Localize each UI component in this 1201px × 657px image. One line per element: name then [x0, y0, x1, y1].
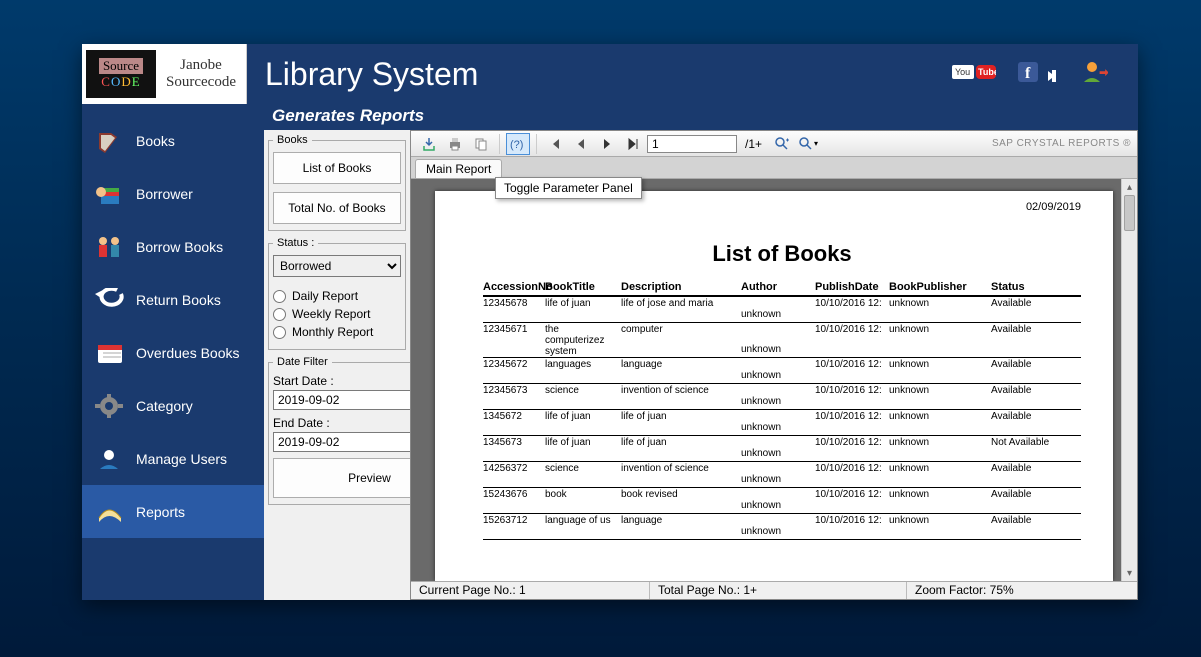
- subheading: Generates Reports: [264, 104, 1138, 130]
- list-of-books-button[interactable]: List of Books: [273, 152, 401, 184]
- export-icon[interactable]: [417, 133, 441, 155]
- scroll-thumb[interactable]: [1124, 195, 1135, 231]
- sidebar-item-overdues[interactable]: Overdues Books: [82, 326, 264, 379]
- books-legend: Books: [273, 134, 312, 146]
- sidebar-item-manage-users[interactable]: Manage Users: [82, 432, 264, 485]
- logo-name: Janobe Sourcecode: [156, 57, 246, 91]
- table-row: 1345672life of juanlife of juanunknown10…: [483, 410, 1081, 436]
- crystal-reports-brand: SAP CRYSTAL REPORTS ®: [992, 138, 1131, 149]
- svg-text:Tube: Tube: [978, 67, 996, 77]
- reports-icon: [94, 498, 126, 526]
- status-fieldset: Status : Borrowed Daily Report Weekly Re…: [268, 237, 406, 350]
- table-row: 12345678life of juanlife of jose and mar…: [483, 297, 1081, 323]
- sidebar-item-label: Books: [136, 133, 175, 149]
- main-panel: Generates Reports Books List of Books To…: [264, 104, 1138, 600]
- report-page: 02/09/2019 List of Books AccessionNoBook…: [435, 191, 1113, 581]
- daily-report-radio[interactable]: Daily Report: [273, 289, 401, 303]
- logo-image: Source CODE: [86, 50, 156, 98]
- report-grid: AccessionNoBookTitleDescriptionAuthorPub…: [483, 281, 1081, 540]
- sidebar-item-label: Borrower: [136, 186, 193, 202]
- tab-strip: Main Report Toggle Parameter Panel: [411, 157, 1137, 179]
- logo-box: Source CODE Janobe Sourcecode: [82, 44, 247, 104]
- return-books-icon: [94, 286, 126, 314]
- table-row: 12345671the computerizez systemcomputeru…: [483, 323, 1081, 358]
- svg-text:(?): (?): [510, 139, 523, 151]
- scroll-down-icon[interactable]: ▾: [1122, 565, 1137, 581]
- report-viewer: (?) /1+ ▾ SAP CRYSTAL REPORTS ® Main R: [410, 130, 1138, 600]
- sidebar-item-borrower[interactable]: Borrower: [82, 167, 264, 220]
- sidebar: Books Borrower Borrow Books Return Books…: [82, 104, 264, 600]
- status-current-page: Current Page No.: 1: [411, 582, 650, 599]
- user-icon: [94, 445, 126, 473]
- table-row: 15243676bookbook revisedunknown10/10/201…: [483, 488, 1081, 514]
- sidebar-item-reports[interactable]: Reports: [82, 485, 264, 538]
- calendar-icon: [94, 339, 126, 367]
- logo-code-text: CODE: [101, 74, 140, 90]
- prev-page-icon[interactable]: [569, 133, 593, 155]
- sidebar-item-label: Reports: [136, 504, 185, 520]
- table-row: 14256372scienceinvention of scienceunkno…: [483, 462, 1081, 488]
- gear-icon: [94, 392, 126, 420]
- report-header-row: AccessionNoBookTitleDescriptionAuthorPub…: [483, 281, 1081, 297]
- status-zoom: Zoom Factor: 75%: [907, 582, 1137, 599]
- vertical-scrollbar[interactable]: ▴ ▾: [1121, 179, 1137, 581]
- books-fieldset: Books List of Books Total No. of Books: [268, 134, 406, 231]
- report-toolbar: (?) /1+ ▾ SAP CRYSTAL REPORTS ®: [411, 131, 1137, 157]
- header-bar: Source CODE Janobe Sourcecode Library Sy…: [82, 44, 1138, 104]
- borrow-books-icon: [94, 233, 126, 261]
- borrower-icon: [94, 180, 126, 208]
- books-icon: [94, 127, 126, 155]
- last-page-icon[interactable]: [621, 133, 645, 155]
- facebook-icon[interactable]: f: [1018, 62, 1058, 87]
- weekly-report-radio[interactable]: Weekly Report: [273, 307, 401, 321]
- next-page-icon[interactable]: [595, 133, 619, 155]
- svg-text:You: You: [955, 67, 970, 77]
- app-window: Source CODE Janobe Sourcecode Library Sy…: [82, 44, 1138, 600]
- report-date: 02/09/2019: [1026, 201, 1081, 213]
- statusbar: Current Page No.: 1 Total Page No.: 1+ Z…: [411, 581, 1137, 599]
- zoom-icon[interactable]: ▾: [796, 133, 820, 155]
- monthly-report-radio[interactable]: Monthly Report: [273, 325, 401, 339]
- page-total-label: /1+: [745, 137, 762, 151]
- sidebar-item-label: Manage Users: [136, 451, 227, 467]
- sidebar-item-label: Overdues Books: [136, 345, 240, 361]
- sidebar-item-return-books[interactable]: Return Books: [82, 273, 264, 326]
- sidebar-item-books[interactable]: Books: [82, 114, 264, 167]
- left-controls: Books List of Books Total No. of Books S…: [264, 130, 410, 600]
- print-icon[interactable]: [443, 133, 467, 155]
- sidebar-item-category[interactable]: Category: [82, 379, 264, 432]
- parameter-panel-toggle[interactable]: (?): [506, 133, 530, 155]
- tab-main-report[interactable]: Main Report: [415, 159, 502, 178]
- report-title: List of Books: [483, 241, 1081, 267]
- sidebar-item-label: Return Books: [136, 292, 221, 308]
- total-books-button[interactable]: Total No. of Books: [273, 192, 401, 224]
- sidebar-item-borrow-books[interactable]: Borrow Books: [82, 220, 264, 273]
- sidebar-item-label: Borrow Books: [136, 239, 223, 255]
- user-logout-icon[interactable]: [1080, 60, 1108, 89]
- status-total-pages: Total Page No.: 1+: [650, 582, 907, 599]
- page-number-input[interactable]: [647, 135, 737, 153]
- first-page-icon[interactable]: [543, 133, 567, 155]
- status-legend: Status :: [273, 237, 318, 249]
- logo-source-text: Source: [99, 58, 143, 74]
- table-row: 12345672languageslanguageunknown10/10/20…: [483, 358, 1081, 384]
- date-filter-legend: Date Filter: [273, 356, 332, 368]
- table-row: 1345673life of juanlife of juanunknown10…: [483, 436, 1081, 462]
- find-icon[interactable]: [770, 133, 794, 155]
- copy-icon[interactable]: [469, 133, 493, 155]
- sidebar-item-label: Category: [136, 398, 193, 414]
- table-row: 15263712language of uslanguageunknown10/…: [483, 514, 1081, 540]
- status-select[interactable]: Borrowed: [273, 255, 401, 277]
- tooltip: Toggle Parameter Panel: [495, 177, 642, 199]
- document-area: 02/09/2019 List of Books AccessionNoBook…: [411, 179, 1137, 581]
- table-row: 12345673scienceinvention of scienceunkno…: [483, 384, 1081, 410]
- social-icons: You Tube f: [952, 60, 1108, 89]
- app-title: Library System: [265, 56, 952, 93]
- svg-text:f: f: [1025, 65, 1031, 82]
- scroll-up-icon[interactable]: ▴: [1122, 179, 1137, 195]
- youtube-icon[interactable]: You Tube: [952, 62, 996, 87]
